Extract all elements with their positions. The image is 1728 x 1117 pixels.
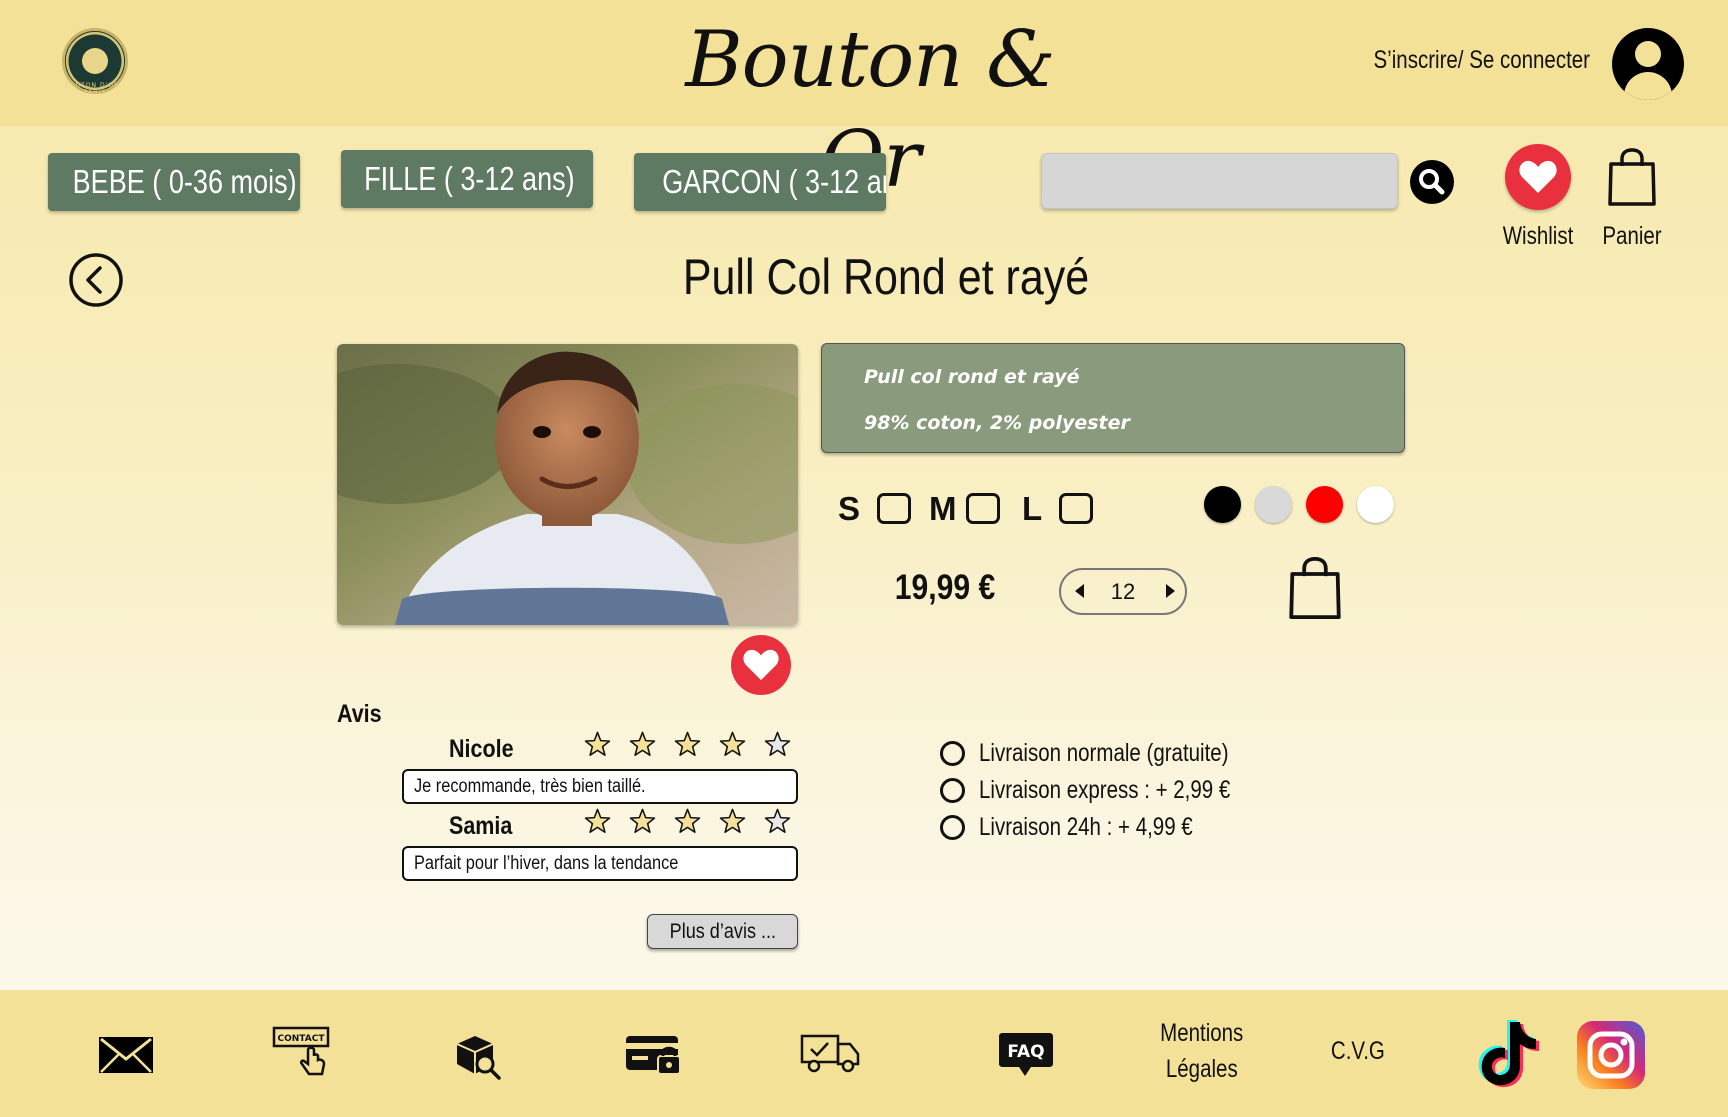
reviewer-name: Nicole xyxy=(449,735,514,763)
wishlist-label[interactable]: Wishlist xyxy=(1497,222,1579,251)
package-search-icon[interactable] xyxy=(455,1032,501,1085)
size-label-s: S xyxy=(838,490,861,527)
delivery-24h-radio[interactable] xyxy=(940,815,965,840)
product-title: Pull Col Rond et rayé xyxy=(682,249,1090,305)
color-grey-swatch[interactable] xyxy=(1255,486,1292,523)
contact-icon[interactable]: CONTACT xyxy=(272,1026,330,1085)
star-icon xyxy=(674,808,701,833)
star-icon xyxy=(629,808,656,833)
heart-icon xyxy=(743,649,779,681)
search-input[interactable] xyxy=(1041,153,1398,209)
category-fille-button[interactable]: FILLE ( 3-12 ans) xyxy=(341,150,593,208)
signin-link[interactable]: S’inscrire/ Se connecter xyxy=(1336,46,1590,75)
search-button[interactable] xyxy=(1410,160,1454,204)
brand-wordmark[interactable]: Bouton & Or xyxy=(660,10,1080,205)
size-l-checkbox[interactable] xyxy=(1059,493,1093,524)
delivery-normal-radio[interactable] xyxy=(940,741,965,766)
delivery-option-label: Livraison normale (gratuite) xyxy=(979,739,1229,767)
cart-label[interactable]: Panier xyxy=(1591,222,1673,251)
delivery-option-label: Livraison express : + 2,99 € xyxy=(979,776,1231,804)
increment-arrow-icon[interactable] xyxy=(1166,584,1175,598)
search-icon xyxy=(1419,169,1445,195)
add-to-wishlist-button[interactable] xyxy=(731,635,791,695)
cgv-link[interactable]: C.V.G xyxy=(1320,1033,1395,1069)
add-to-cart-button[interactable] xyxy=(1288,556,1342,620)
heart-icon xyxy=(1519,160,1557,193)
product-price: 19,99 € xyxy=(894,568,996,607)
review-text-box: Parfait pour l’hiver, dans la tendance xyxy=(402,846,798,881)
delivery-truck-icon[interactable] xyxy=(800,1034,860,1079)
star-icon xyxy=(584,808,611,833)
brand-logo-badge[interactable]: BOUTON D'OR · PARIS xyxy=(62,28,128,96)
chevron-left-icon xyxy=(69,253,123,307)
cart-button[interactable] xyxy=(1607,148,1657,206)
contact-icon-text: CONTACT xyxy=(278,1034,326,1044)
size-s-checkbox[interactable] xyxy=(877,493,911,524)
star-icon xyxy=(764,808,791,833)
delivery-express-radio[interactable] xyxy=(940,778,965,803)
shopping-bag-icon xyxy=(1608,148,1656,206)
reviews-heading: Avis xyxy=(337,700,382,728)
faq-icon[interactable]: FAQ xyxy=(997,1032,1055,1083)
color-red-swatch[interactable] xyxy=(1306,486,1343,523)
mail-icon[interactable] xyxy=(98,1035,154,1080)
back-button[interactable] xyxy=(68,252,124,308)
reviewer-name: Samia xyxy=(449,812,513,840)
faq-icon-text: FAQ xyxy=(1007,1042,1044,1062)
star-icon xyxy=(674,731,701,756)
review-text-box: Je recommande, très bien taillé. xyxy=(402,769,798,804)
quantity-stepper[interactable]: 12 xyxy=(1059,568,1187,615)
logo-badge-text: BOUTON D'OR · PARIS xyxy=(65,82,125,96)
delivery-option[interactable]: Livraison 24h : + 4,99 € xyxy=(940,813,1240,842)
color-black-swatch[interactable] xyxy=(1204,486,1241,523)
review-text: Parfait pour l’hiver, dans la tendance xyxy=(414,853,679,874)
product-description: Pull col rond et rayé xyxy=(864,366,1080,388)
quantity-value: 12 xyxy=(1110,579,1136,604)
star-icon xyxy=(764,731,791,756)
star-icon xyxy=(584,731,611,756)
star-icon xyxy=(719,808,746,833)
product-info-box: Pull col rond et rayé 98% coton, 2% poly… xyxy=(821,343,1405,453)
shopping-bag-icon xyxy=(1289,556,1341,620)
delivery-option-label: Livraison 24h : + 4,99 € xyxy=(979,813,1193,841)
star-icon xyxy=(719,731,746,756)
size-label-l: L xyxy=(1022,490,1043,527)
decrement-arrow-icon[interactable] xyxy=(1075,584,1084,598)
star-icon xyxy=(629,731,656,756)
review-rating-stars xyxy=(584,730,791,758)
delivery-option[interactable]: Livraison normale (gratuite) xyxy=(940,739,1283,768)
size-m-checkbox[interactable] xyxy=(966,493,1000,524)
site-footer: CONTACT FAQ Mentions Légales C.V.G xyxy=(0,990,1728,1117)
delivery-option[interactable]: Livraison express : + 2,99 € xyxy=(940,776,1285,805)
account-icon[interactable] xyxy=(1612,28,1684,100)
color-white-swatch[interactable] xyxy=(1357,486,1394,523)
review-text: Je recommande, très bien taillé. xyxy=(414,776,646,797)
tiktok-icon[interactable] xyxy=(1476,1018,1542,1095)
secure-payment-icon[interactable] xyxy=(624,1032,682,1081)
size-label-m: M xyxy=(929,490,957,527)
legal-notice-link[interactable]: Mentions Légales xyxy=(1140,1015,1264,1087)
more-reviews-button[interactable]: Plus d’avis ... xyxy=(647,914,798,949)
review-rating-stars xyxy=(584,807,791,835)
product-photo xyxy=(337,344,798,625)
instagram-icon[interactable] xyxy=(1576,1020,1646,1095)
category-garcon-button[interactable]: GARCON ( 3-12 ans) xyxy=(634,153,886,211)
category-bebe-button[interactable]: BEBE ( 0-36 mois) xyxy=(48,153,300,211)
product-composition: 98% coton, 2% polyester xyxy=(864,412,1130,434)
wishlist-button[interactable] xyxy=(1505,144,1571,210)
